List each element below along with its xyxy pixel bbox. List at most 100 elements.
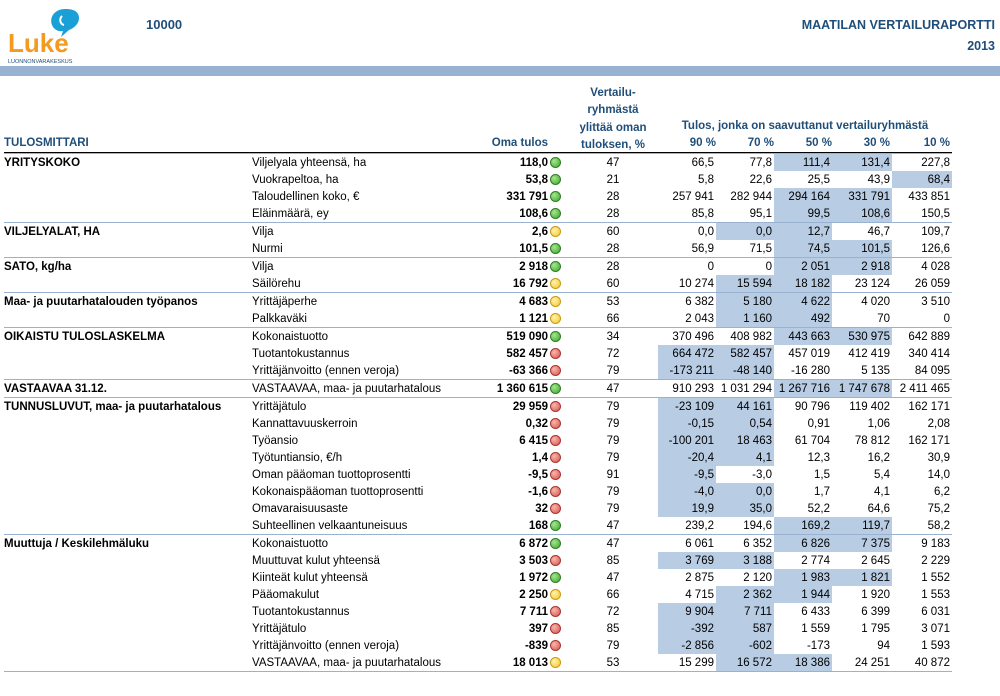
percentile-p30: 1 795 <box>861 622 890 635</box>
table-row: Palkkaväki 1 121 66 2 043 1 160 492 70 0 <box>4 310 952 328</box>
percentile-p30: 7 375 <box>832 534 892 552</box>
percentile-p70: 408 982 <box>716 327 774 345</box>
percentile-p70: -48 140 <box>716 362 774 380</box>
exceed-percent: 72 <box>606 347 620 360</box>
table-row: Yrittäjänvoitto (ennen veroja) -839 79 -2 8… <box>4 637 952 654</box>
percentile-p10: 9 183 <box>892 534 952 552</box>
vertailu-line-3: ylittää oman <box>579 121 647 134</box>
percentile-p90: -173 211 <box>658 362 716 380</box>
green-dot-icon <box>550 330 561 342</box>
table-row: Taloudellinen koko, € 331 791 28 257 941 282… <box>4 188 952 205</box>
category-label <box>4 552 250 569</box>
percentile-p10: 68,4 <box>892 171 952 188</box>
own-result: 1 360 615 <box>468 379 548 398</box>
red-dot-icon <box>550 554 561 566</box>
status-indicator <box>548 415 568 432</box>
col-header-p90: 90 % <box>689 137 716 149</box>
percentile-p10: 2 411 465 <box>892 379 952 398</box>
green-dot-icon <box>550 519 561 531</box>
exceed-percent: 66 <box>606 588 620 601</box>
percentile-p70: 35,0 <box>716 500 774 517</box>
percentile-p90: 10 274 <box>678 277 714 290</box>
percentile-p50: 6 826 <box>774 534 832 552</box>
yellow-dot-icon <box>550 312 561 324</box>
luke-logo: Luke LUONNONVARAKESKUS <box>7 5 87 67</box>
status-indicator <box>548 483 568 500</box>
percentile-p30: 4,1 <box>874 485 890 498</box>
percentile-p30: 43,9 <box>867 173 890 186</box>
percentile-p50: 18 182 <box>774 275 832 293</box>
category-label <box>4 310 250 328</box>
own-result: 4 683 <box>468 292 548 310</box>
status-indicator <box>548 603 568 620</box>
percentile-p70: 2 362 <box>716 586 774 603</box>
percentile-p70: 2 120 <box>743 571 772 584</box>
category-label: TUNNUSLUVUT, maa- ja puutarhatalous <box>4 397 250 415</box>
own-result: -9,5 <box>528 468 548 481</box>
report-title: MAATILAN VERTAILURAPORTTI <box>801 18 995 32</box>
own-result: 3 503 <box>519 554 548 567</box>
percentile-p50: 18 386 <box>774 654 832 671</box>
red-dot-icon <box>550 468 561 480</box>
col-header-vertailu: Vertailu- ryhmästä ylittää oman tuloksen… <box>568 85 658 154</box>
table-row: Vuokrapeltoa, ha 53,8 21 5,8 22,6 25,5 43,9 68,… <box>4 171 952 188</box>
luke-logo-graphic: Luke LUONNONVARAKESKUS <box>8 9 79 65</box>
percentile-p30: 131,4 <box>832 153 892 171</box>
col-header-tulos-joka: Tulos, jonka on saavuttanut vertailuryhm… <box>681 120 929 132</box>
yellow-dot-icon <box>550 656 561 668</box>
percentile-p10: 1 593 <box>921 639 950 652</box>
percentile-p50: 457 019 <box>788 347 830 360</box>
red-dot-icon <box>550 347 561 359</box>
percentile-p50: 492 <box>774 310 832 328</box>
status-indicator <box>548 292 568 310</box>
percentile-p70: 15 594 <box>716 275 774 293</box>
percentile-p50: 74,5 <box>774 240 832 258</box>
percentile-p30: 119,7 <box>832 517 892 535</box>
table-row: Työtuntiansio, €/h 1,4 79 -20,4 4,1 12,3 16,2 3… <box>4 449 952 466</box>
status-indicator <box>548 222 568 240</box>
table-row: Oman pääoman tuottoprosentti -9,5 91 -9,5 -3… <box>4 466 952 483</box>
table-row: VASTAAVAA, maa- ja puutarhatalous 18 013 5… <box>4 654 952 671</box>
category-label <box>4 275 250 293</box>
own-result: 29 959 <box>468 397 548 415</box>
exceed-percent: 79 <box>606 364 620 377</box>
percentile-p70: 0 <box>716 257 774 275</box>
yellow-dot-icon <box>550 295 561 307</box>
percentile-p10: 40 872 <box>914 656 950 669</box>
percentile-p10: 3 071 <box>921 622 950 635</box>
exceed-percent: 60 <box>568 222 658 240</box>
percentile-p70: 5 180 <box>716 292 774 310</box>
percentile-p50: 1 267 716 <box>774 379 832 398</box>
table-row: Yrittäjänvoitto (ennen veroja) -63 366 79 -… <box>4 362 952 380</box>
green-dot-icon <box>550 571 561 583</box>
table-row: OIKAISTU TULOSLASKELMA Kokonaistuotto 519 … <box>4 327 952 345</box>
status-indicator <box>548 449 568 466</box>
percentile-p70: 22,6 <box>749 173 772 186</box>
percentile-p10: 340 414 <box>908 347 950 360</box>
percentile-p90: 370 496 <box>658 327 716 345</box>
indicator-label: Tuotantokustannus <box>252 605 350 618</box>
own-result: 2,6 <box>468 222 548 240</box>
status-indicator <box>548 432 568 449</box>
percentile-p50: 1 983 <box>774 569 832 586</box>
percentile-p10: 75,2 <box>927 502 950 515</box>
exceed-percent: 47 <box>606 571 620 584</box>
percentile-p90: 5,8 <box>698 173 714 186</box>
indicator-label: Vilja <box>250 222 468 240</box>
percentile-p30: 108,6 <box>832 205 892 223</box>
percentile-p90: 2 043 <box>685 312 714 325</box>
exceed-percent: 34 <box>568 327 658 345</box>
col-header-p30: 30 % <box>863 137 890 149</box>
percentile-p30: 331 791 <box>832 188 892 205</box>
own-result: 108,6 <box>519 207 548 220</box>
percentile-p10: 162 171 <box>908 434 950 447</box>
status-indicator <box>548 534 568 552</box>
percentile-p10: 1 553 <box>921 588 950 601</box>
own-result: 1,4 <box>532 451 548 464</box>
percentile-p30: 1 920 <box>861 588 890 601</box>
percentile-p50: 4 622 <box>774 292 832 310</box>
own-result: 16 792 <box>512 277 548 290</box>
percentile-p30: 70 <box>877 312 890 325</box>
percentile-p30: 23 124 <box>854 277 890 290</box>
percentile-p30: 46,7 <box>832 222 892 240</box>
